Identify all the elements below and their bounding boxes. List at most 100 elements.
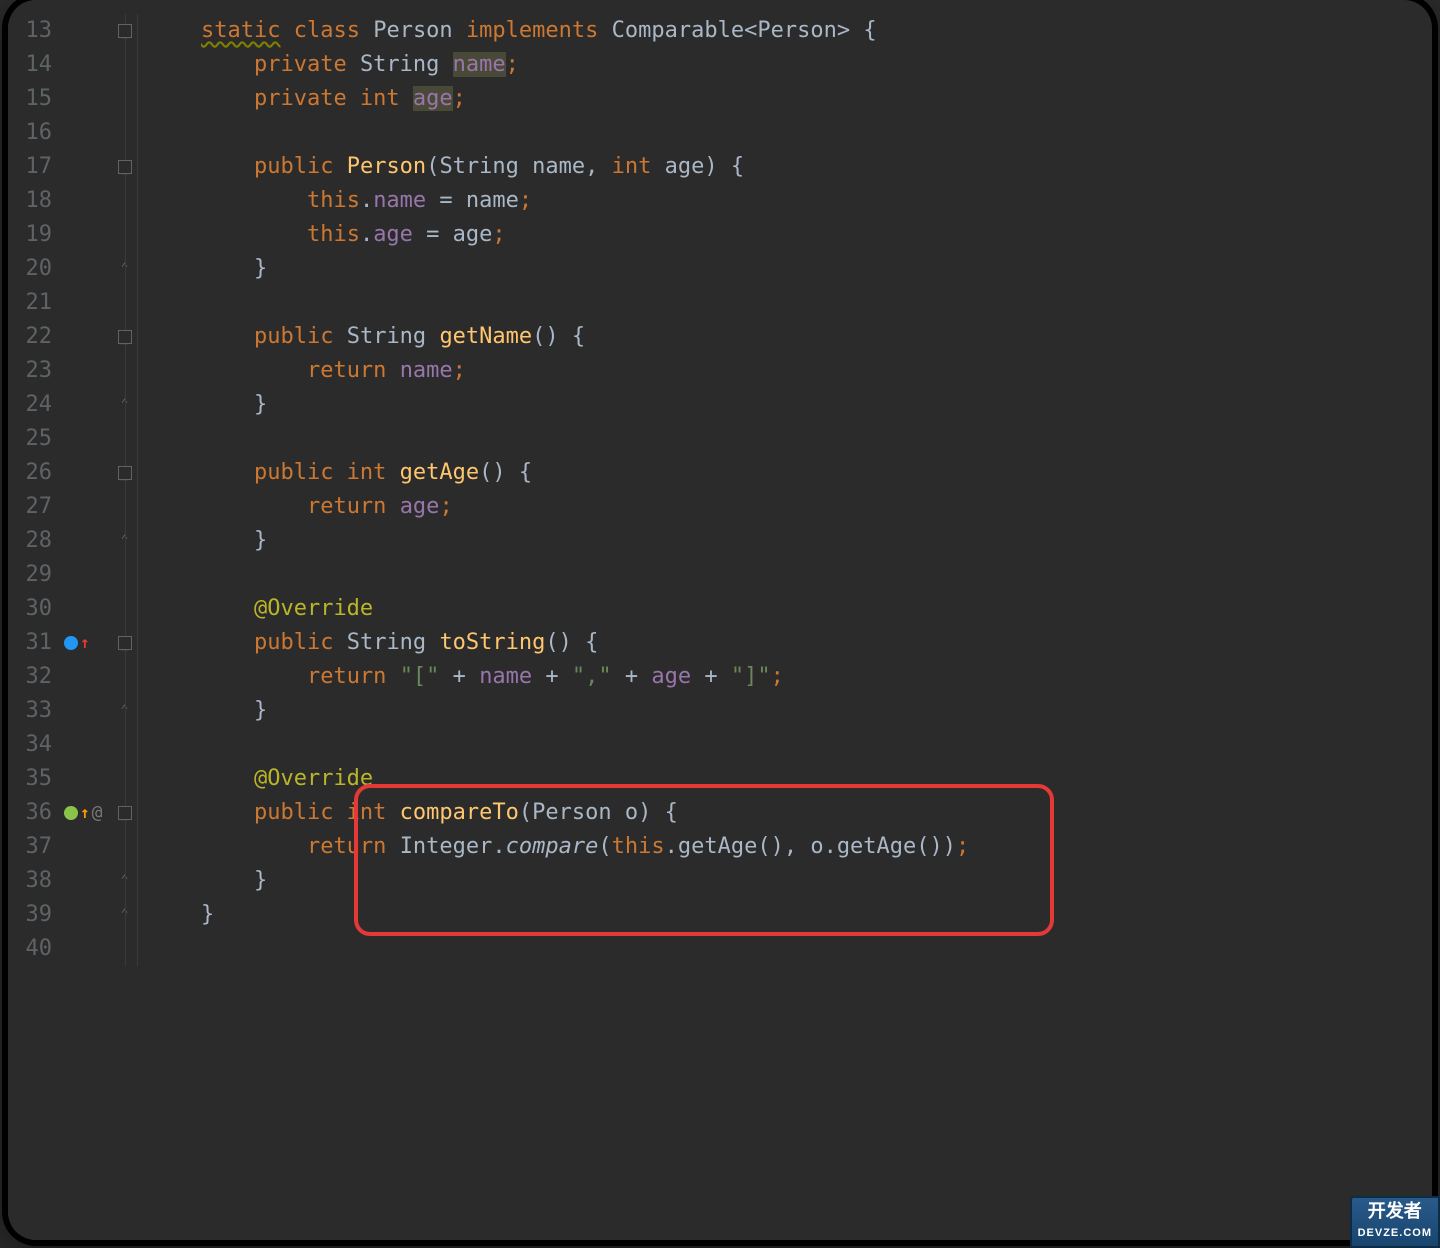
fold-column[interactable]: ⌃ <box>112 524 138 558</box>
fold-column[interactable] <box>112 218 138 252</box>
line-number[interactable]: 14 <box>8 48 58 82</box>
fold-handle-icon[interactable] <box>118 24 132 38</box>
fold-column[interactable] <box>112 320 138 354</box>
code-line[interactable]: return age; <box>138 490 1432 524</box>
line-number[interactable]: 18 <box>8 184 58 218</box>
implement-arrow-icon[interactable]: ↑ <box>80 796 90 830</box>
code-line[interactable]: this.name = name; <box>138 184 1432 218</box>
line-number[interactable]: 36 <box>8 796 58 830</box>
line-number[interactable]: 40 <box>8 932 58 966</box>
code-line[interactable]: public int compareTo(Person o) { <box>138 796 1432 830</box>
fold-column[interactable] <box>112 490 138 524</box>
fold-handle-icon[interactable] <box>118 806 132 820</box>
line-number[interactable]: 31 <box>8 626 58 660</box>
fold-column[interactable] <box>112 150 138 184</box>
code-line[interactable]: } <box>138 388 1432 422</box>
line-number[interactable]: 27 <box>8 490 58 524</box>
code-line[interactable]: } <box>138 524 1432 558</box>
line-number[interactable]: 15 <box>8 82 58 116</box>
code-line[interactable]: public String getName() { <box>138 320 1432 354</box>
line-number[interactable]: 30 <box>8 592 58 626</box>
fold-column[interactable] <box>112 660 138 694</box>
line-number[interactable]: 35 <box>8 762 58 796</box>
fold-column[interactable] <box>112 422 138 456</box>
code-line[interactable] <box>138 286 1432 320</box>
fold-column[interactable] <box>112 82 138 116</box>
line-number[interactable]: 24 <box>8 388 58 422</box>
code-line[interactable]: } <box>138 694 1432 728</box>
line-number[interactable]: 17 <box>8 150 58 184</box>
line-number[interactable]: 28 <box>8 524 58 558</box>
line-number[interactable]: 20 <box>8 252 58 286</box>
fold-handle-icon[interactable] <box>118 330 132 344</box>
line-number[interactable]: 13 <box>8 14 58 48</box>
line-number[interactable]: 21 <box>8 286 58 320</box>
code-line[interactable]: static class Person implements Comparabl… <box>138 14 1432 48</box>
fold-column[interactable]: ⌃ <box>112 694 138 728</box>
fold-column[interactable] <box>112 14 138 48</box>
line-number[interactable]: 39 <box>8 898 58 932</box>
line-number[interactable]: 33 <box>8 694 58 728</box>
fold-column[interactable] <box>112 626 138 660</box>
fold-column[interactable] <box>112 830 138 864</box>
fold-column[interactable] <box>112 286 138 320</box>
fold-column[interactable] <box>112 728 138 762</box>
fold-column[interactable]: ⌃ <box>112 864 138 898</box>
code-line[interactable]: private String name; <box>138 48 1432 82</box>
fold-handle-icon[interactable] <box>118 636 132 650</box>
fold-column[interactable] <box>112 932 138 966</box>
line-number[interactable]: 34 <box>8 728 58 762</box>
code-line[interactable] <box>138 558 1432 592</box>
line-number[interactable]: 25 <box>8 422 58 456</box>
override-icon[interactable] <box>64 636 78 650</box>
code-line[interactable]: @Override <box>138 762 1432 796</box>
code-line[interactable] <box>138 116 1432 150</box>
fold-close-icon[interactable]: ⌃ <box>121 694 129 728</box>
code-area[interactable]: static class Person implements Comparabl… <box>138 0 1432 1240</box>
code-line[interactable]: public Person(String name, int age) { <box>138 150 1432 184</box>
line-number[interactable]: 26 <box>8 456 58 490</box>
code-line[interactable]: private int age; <box>138 82 1432 116</box>
implement-icon[interactable] <box>64 806 78 820</box>
code-line[interactable]: @Override <box>138 592 1432 626</box>
code-line[interactable]: } <box>138 864 1432 898</box>
fold-handle-icon[interactable] <box>118 466 132 480</box>
fold-column[interactable] <box>112 354 138 388</box>
line-number[interactable]: 29 <box>8 558 58 592</box>
annotation-icon[interactable]: @ <box>92 796 103 830</box>
code-line[interactable] <box>138 422 1432 456</box>
fold-column[interactable] <box>112 592 138 626</box>
fold-close-icon[interactable]: ⌃ <box>121 864 129 898</box>
code-line[interactable]: return "[" + name + "," + age + "]"; <box>138 660 1432 694</box>
fold-column[interactable] <box>112 762 138 796</box>
fold-column[interactable] <box>112 48 138 82</box>
line-number[interactable]: 38 <box>8 864 58 898</box>
fold-column[interactable] <box>112 456 138 490</box>
line-number[interactable]: 23 <box>8 354 58 388</box>
fold-column[interactable] <box>112 184 138 218</box>
fold-column[interactable] <box>112 116 138 150</box>
fold-close-icon[interactable]: ⌃ <box>121 252 129 286</box>
fold-close-icon[interactable]: ⌃ <box>121 388 129 422</box>
line-number[interactable]: 37 <box>8 830 58 864</box>
fold-column[interactable]: ⌃ <box>112 252 138 286</box>
fold-column[interactable]: ⌃ <box>112 898 138 932</box>
fold-column[interactable]: ⌃ <box>112 388 138 422</box>
code-line[interactable]: } <box>138 898 1432 932</box>
line-number[interactable]: 19 <box>8 218 58 252</box>
code-line[interactable]: } <box>138 252 1432 286</box>
line-number[interactable]: 22 <box>8 320 58 354</box>
code-line[interactable]: return Integer.compare(this.getAge(), o.… <box>138 830 1432 864</box>
fold-close-icon[interactable]: ⌃ <box>121 524 129 558</box>
line-number[interactable]: 32 <box>8 660 58 694</box>
override-arrow-icon[interactable]: ↑ <box>80 626 90 660</box>
line-number[interactable]: 16 <box>8 116 58 150</box>
code-line[interactable]: public String toString() { <box>138 626 1432 660</box>
code-line[interactable] <box>138 728 1432 762</box>
code-line[interactable]: return name; <box>138 354 1432 388</box>
code-line[interactable]: public int getAge() { <box>138 456 1432 490</box>
fold-close-icon[interactable]: ⌃ <box>121 898 129 932</box>
fold-column[interactable] <box>112 796 138 830</box>
code-line[interactable]: this.age = age; <box>138 218 1432 252</box>
fold-column[interactable] <box>112 558 138 592</box>
